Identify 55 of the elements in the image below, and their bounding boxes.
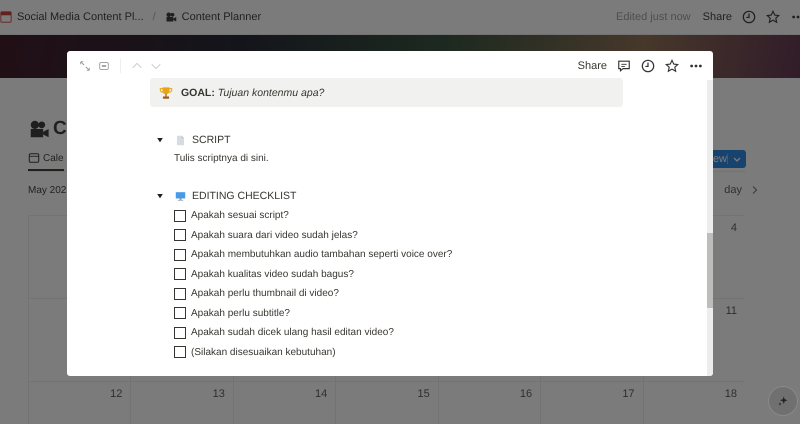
calendar-icon xyxy=(28,152,40,164)
toggle-heading[interactable]: EDITING CHECKLIST xyxy=(192,190,296,202)
star-icon[interactable] xyxy=(766,10,780,24)
breadcrumb-separator: / xyxy=(152,11,156,23)
day-number: 14 xyxy=(315,388,328,400)
script-text: Tulis scriptnya di sini. xyxy=(174,152,270,166)
checklist-item-text: (Silakan disesuaikan kebutuhan) xyxy=(191,346,336,358)
goal-text: GOAL: Tujuan kontenmu apa? xyxy=(181,86,324,98)
comment-icon[interactable] xyxy=(617,58,631,72)
tab-label: Cale xyxy=(43,152,64,164)
page-title: C xyxy=(53,118,67,140)
checkbox[interactable] xyxy=(174,307,186,320)
checkbox[interactable] xyxy=(174,288,186,300)
day-number: 16 xyxy=(520,388,532,400)
toggle-heading[interactable]: SCRIPT xyxy=(192,134,231,146)
day-number: 4 xyxy=(730,222,737,234)
checklist-item-text: Apakah sudah dicek ulang hasil editan video? xyxy=(191,327,394,338)
side-peek-icon[interactable] xyxy=(98,60,110,72)
day-number: 11 xyxy=(726,305,737,317)
clock-icon[interactable] xyxy=(641,58,655,72)
scrollbar-thumb[interactable] xyxy=(707,233,713,308)
day-number: 17 xyxy=(622,388,635,400)
checklist-item-text: Apakah membutuhkan audio tambahan seperti voice over? xyxy=(191,249,452,260)
movie-camera-icon xyxy=(164,11,177,23)
movie-camera-icon xyxy=(28,119,50,139)
monitor-icon xyxy=(175,190,186,202)
sparkle-icon xyxy=(777,395,789,407)
checkbox[interactable] xyxy=(174,248,186,261)
document-icon xyxy=(175,134,186,146)
checkbox[interactable] xyxy=(174,326,186,339)
checklist-item-text: Apakah perlu thumbnail di video? xyxy=(191,288,339,300)
checkbox[interactable] xyxy=(174,210,186,222)
checkbox[interactable] xyxy=(174,229,186,242)
checkbox[interactable] xyxy=(174,268,186,280)
day-number: 12 xyxy=(110,388,122,400)
trophy-icon xyxy=(159,86,173,100)
share-button[interactable]: Share xyxy=(702,11,732,23)
breadcrumb-link[interactable]: Content Planner xyxy=(182,11,262,23)
day-number: 18 xyxy=(724,388,737,400)
toggle-triangle-icon[interactable] xyxy=(156,192,164,200)
next-icon[interactable] xyxy=(750,185,760,195)
breadcrumb-link[interactable]: Social Media Content Pl... xyxy=(17,11,144,23)
star-icon[interactable] xyxy=(665,58,679,72)
day-number: 13 xyxy=(212,388,225,400)
checklist-item-text: Apakah suara dari video sudah jelas? xyxy=(191,230,358,241)
checklist-item-text: Apakah perlu subtitle? xyxy=(191,308,290,319)
checkbox[interactable] xyxy=(174,346,186,358)
checklist-item-text: Apakah kualitas video sudah bagus? xyxy=(191,268,354,280)
checklist-item-text: Apakah sesuai script? xyxy=(191,210,289,222)
today-button[interactable]: day xyxy=(724,184,742,196)
day-number: 15 xyxy=(417,388,430,400)
calendar-tab[interactable]: Cale xyxy=(28,147,64,171)
expand-icon[interactable] xyxy=(79,60,91,72)
toggle-triangle-icon[interactable] xyxy=(156,136,164,144)
share-button[interactable]: Share xyxy=(578,60,607,72)
